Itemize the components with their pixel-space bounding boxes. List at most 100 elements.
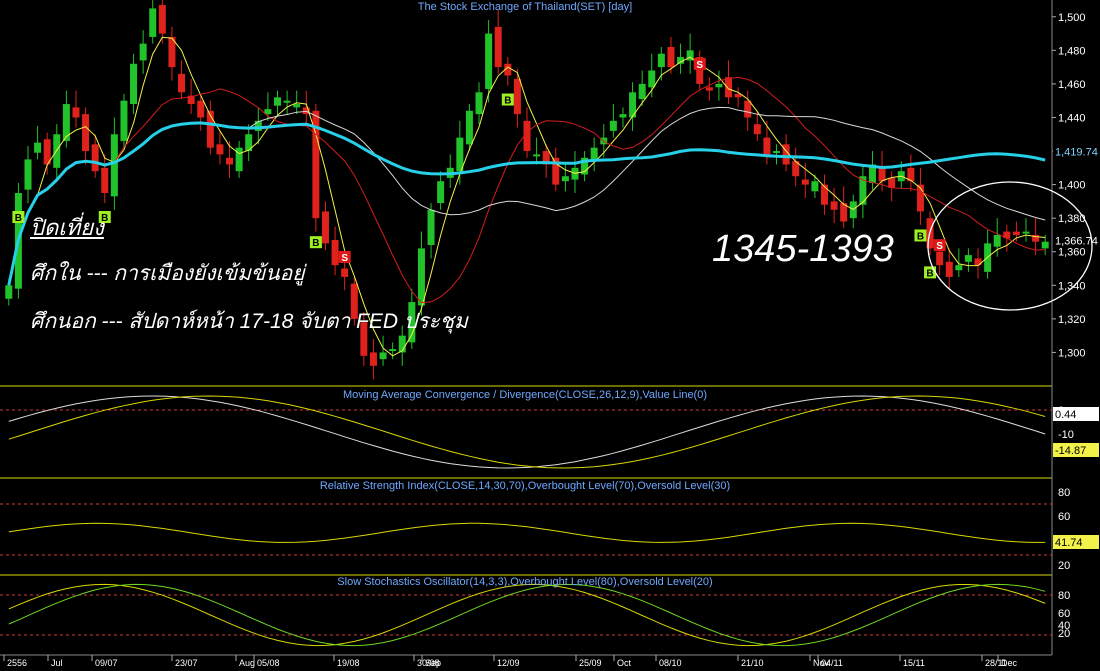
candle-body xyxy=(62,104,70,141)
x-tick-label: Dec xyxy=(1001,658,1018,668)
price-tick-label: 1,300 xyxy=(1058,347,1086,359)
candle-body xyxy=(283,100,291,103)
candle-body xyxy=(369,352,377,366)
candle-body xyxy=(130,63,138,105)
macd-title: Moving Average Convergence / Divergence(… xyxy=(343,389,707,401)
candle-body xyxy=(667,46,675,68)
candle-body xyxy=(494,26,502,68)
annotation-line-2: ศึกนอก --- สัปดาห์หน้า 17-18 จับตา FED ป… xyxy=(30,310,468,333)
signal-label: S xyxy=(341,253,348,264)
candle-body xyxy=(513,78,521,115)
annotation-range: 1345-1393 xyxy=(712,228,894,270)
candle-body xyxy=(456,137,464,172)
candle-body xyxy=(273,97,281,106)
candle-body xyxy=(964,255,972,262)
annotation-line-1: ศึกใน --- การเมืองยังเข้มข้นอยู่ xyxy=(30,262,305,285)
candle-body xyxy=(254,120,262,131)
candle-body xyxy=(955,265,963,271)
candle-body xyxy=(945,261,953,277)
candle-body xyxy=(715,83,723,88)
signal-label: B xyxy=(504,96,511,107)
osc-tick-label: 80 xyxy=(1058,487,1070,499)
candle-body xyxy=(101,167,109,193)
price-tick-label: 1,480 xyxy=(1058,45,1086,57)
candle-body xyxy=(139,43,147,61)
candle-body xyxy=(878,167,886,182)
signal-label: B xyxy=(15,213,22,224)
candle-body xyxy=(158,5,166,34)
candle-body xyxy=(427,209,435,246)
x-tick-label: 05/08 xyxy=(257,658,280,668)
candle-body xyxy=(331,239,339,266)
x-tick-label: 23/07 xyxy=(175,658,198,668)
candle-body xyxy=(993,234,1001,247)
x-tick-label: Aug xyxy=(239,658,255,668)
chart-title: The Stock Exchange of Thailand(SET) [day… xyxy=(418,1,632,13)
candle-body xyxy=(888,177,896,188)
macd-signal-value-label: -14.87 xyxy=(1055,445,1086,457)
candle-body xyxy=(82,114,90,152)
candle-body xyxy=(485,33,493,89)
candle-body xyxy=(629,92,637,118)
x-tick-label: 2556 xyxy=(7,658,27,668)
x-tick-label: 21/10 xyxy=(741,658,764,668)
osc-tick-label: -10 xyxy=(1058,429,1074,441)
candle-body xyxy=(389,349,397,352)
candle-body xyxy=(1041,241,1049,249)
price-tick-label: 1,320 xyxy=(1058,314,1086,326)
candle-body xyxy=(321,211,329,244)
candle-body xyxy=(110,134,118,197)
candle-body xyxy=(725,77,733,98)
candle-body xyxy=(475,92,483,115)
price-tick-label: 1,500 xyxy=(1058,12,1086,24)
candle-body xyxy=(820,184,828,205)
candle-body xyxy=(648,70,656,88)
candle-body xyxy=(72,107,80,118)
candle-body xyxy=(216,144,224,155)
candle-body xyxy=(341,268,349,277)
annotation-title: ปิดเที่ยง xyxy=(30,215,104,240)
candle-body xyxy=(657,53,665,68)
candle-body xyxy=(763,137,771,155)
x-tick-label: Jul xyxy=(51,658,63,668)
candle-body xyxy=(91,144,99,172)
candle-body xyxy=(773,151,781,154)
price-tick-label: 1,340 xyxy=(1058,280,1086,292)
osc-tick-label: 20 xyxy=(1058,560,1070,572)
rsi-title: Relative Strength Index(CLOSE,14,30,70),… xyxy=(320,480,730,492)
stoch-title: Slow Stochastics Oscillator(14,3,3),Over… xyxy=(337,576,712,588)
candle-body xyxy=(417,248,425,306)
x-tick-label: 04/11 xyxy=(821,658,843,668)
candle-body xyxy=(753,124,761,135)
x-tick-label: Oct xyxy=(617,658,632,668)
candle-body xyxy=(638,83,646,100)
candle-body xyxy=(197,100,205,118)
candle-body xyxy=(24,159,32,190)
candle-body xyxy=(34,142,42,153)
rsi-value-label: 41.74 xyxy=(1055,537,1083,549)
ma-value-label: 1,419.74 xyxy=(1055,146,1098,158)
candle-body xyxy=(744,100,752,118)
candle-body xyxy=(609,120,617,131)
candle-body xyxy=(293,104,301,108)
candle-body xyxy=(465,110,473,145)
x-tick-label: 12/09 xyxy=(497,658,520,668)
candle-body xyxy=(1012,231,1020,235)
osc-tick-label: 80 xyxy=(1058,590,1070,602)
macd-value-label: 0.44 xyxy=(1055,409,1076,421)
signal-label: B xyxy=(917,231,924,242)
signal-label: S xyxy=(936,241,943,252)
candle-body xyxy=(619,114,627,118)
candle-body xyxy=(178,73,186,93)
candle-body xyxy=(801,179,809,185)
price-tick-label: 1,400 xyxy=(1058,180,1086,192)
candle-body xyxy=(830,201,838,210)
osc-tick-label: 60 xyxy=(1058,511,1070,523)
candle-body xyxy=(379,352,387,360)
price-tick-label: 1,460 xyxy=(1058,79,1086,91)
candle-body xyxy=(533,154,541,157)
candle-body xyxy=(1022,231,1030,234)
candle-body xyxy=(120,100,128,141)
price-tick-label: 1,440 xyxy=(1058,112,1086,124)
candle-body xyxy=(811,181,819,192)
